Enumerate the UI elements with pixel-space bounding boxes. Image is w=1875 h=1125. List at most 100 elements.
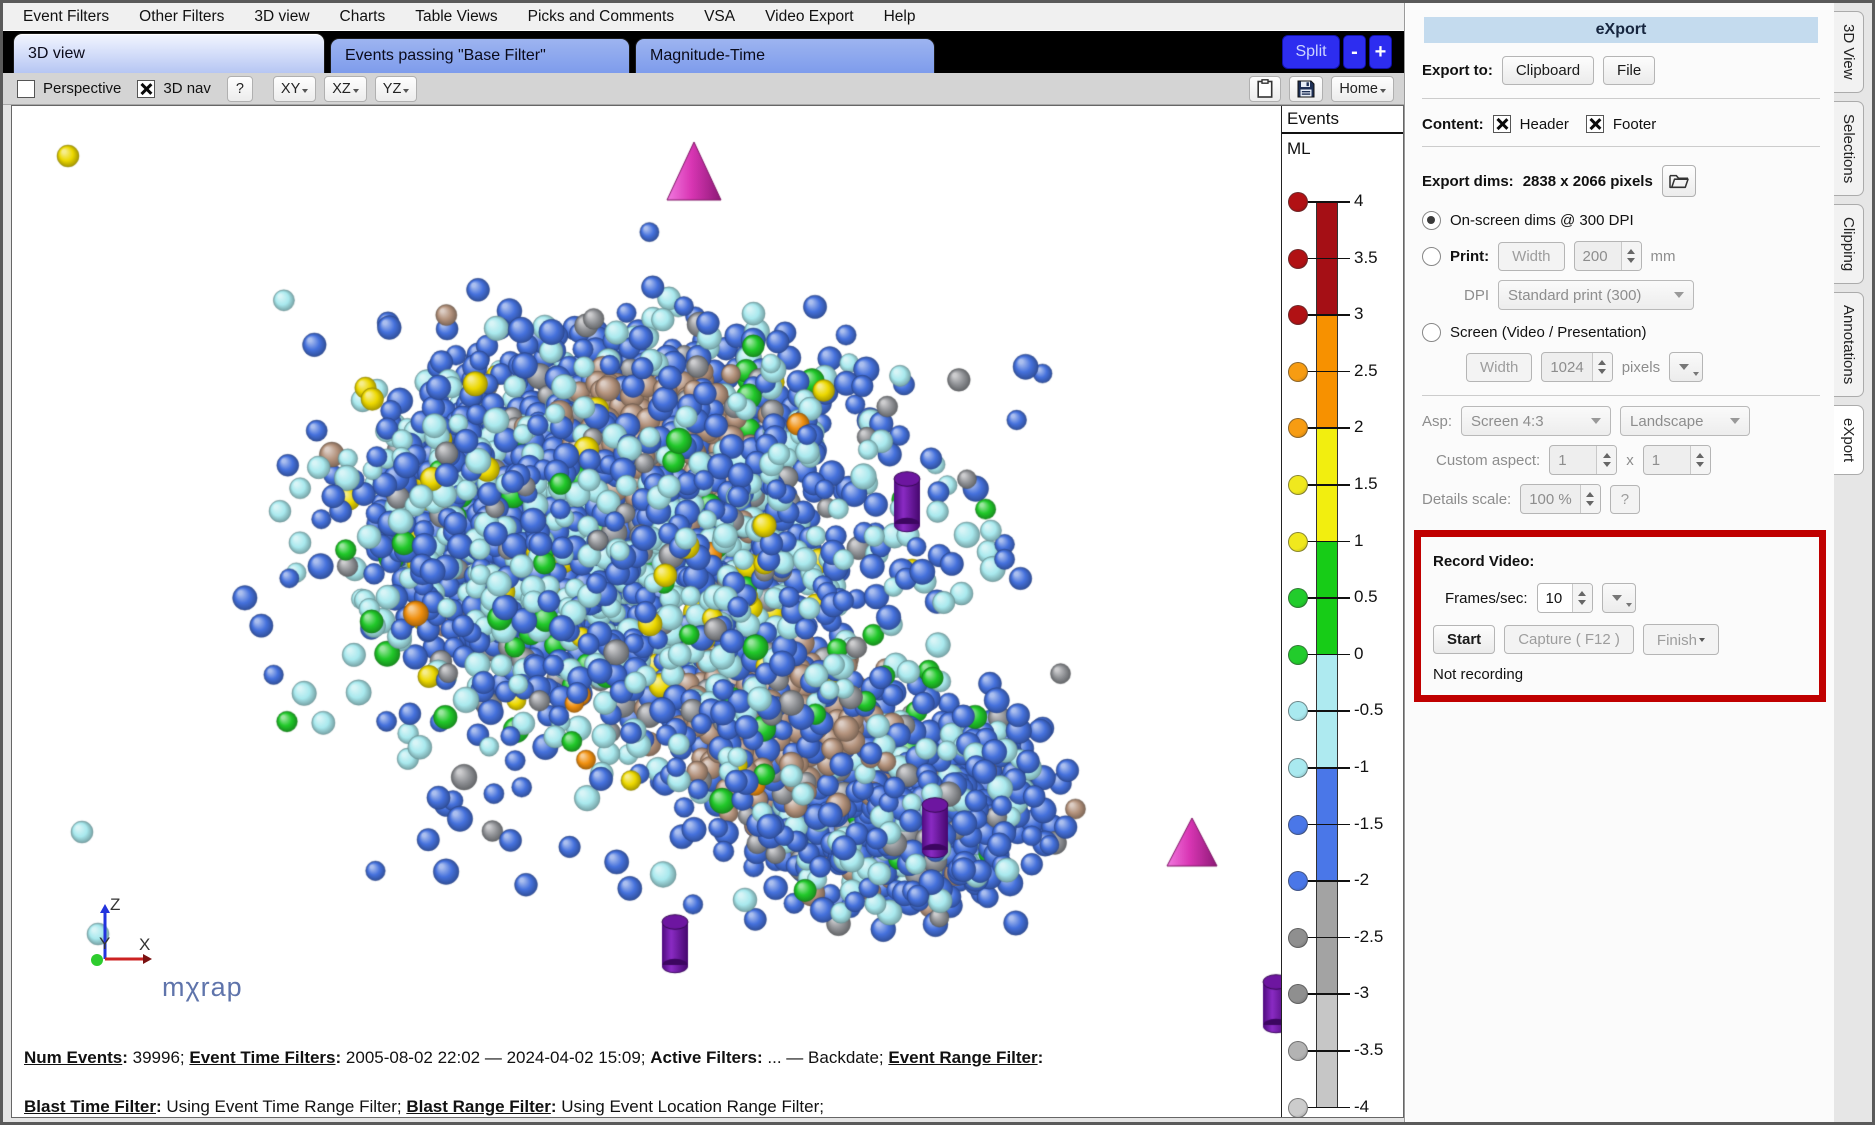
legend-marker-circle — [1288, 192, 1308, 212]
legend-tick — [1306, 880, 1350, 882]
menu-item-vsa[interactable]: VSA — [704, 8, 735, 26]
spinner-arrows[interactable] — [1621, 242, 1641, 270]
fps-spinner[interactable]: 10 — [1537, 583, 1593, 613]
open-export-folder-button[interactable] — [1662, 165, 1696, 197]
screen-radio[interactable] — [1422, 323, 1441, 342]
side-tab-export[interactable]: eXport — [1834, 405, 1864, 475]
side-tab-clipping[interactable]: Clipping — [1834, 204, 1864, 284]
status-segment: Event Range Filter — [888, 1048, 1037, 1067]
footer-checkbox[interactable] — [1586, 115, 1604, 133]
header-checkbox[interactable] — [1493, 115, 1511, 133]
dpi-dropdown[interactable]: Standard print (300) — [1498, 280, 1694, 310]
custom-aspect-w-spinner[interactable]: 1 — [1549, 445, 1617, 475]
side-tab-annotations[interactable]: Annotations — [1834, 292, 1864, 397]
spinner-arrows[interactable] — [1592, 353, 1612, 381]
spin-down-icon[interactable] — [1603, 462, 1611, 471]
print-width-toggle-button[interactable]: Width — [1498, 242, 1564, 271]
plane-xy-button[interactable]: XY — [273, 76, 316, 102]
export-panel-title: eXport — [1424, 17, 1818, 43]
spin-down-icon[interactable] — [1578, 600, 1586, 609]
add-view-button[interactable]: + — [1369, 35, 1392, 69]
onscreen-dims-radio[interactable] — [1422, 211, 1441, 230]
export-panel: eXport Export to: Clipboard File Content… — [1405, 3, 1834, 1122]
print-width-spinner[interactable]: 200 — [1574, 241, 1642, 271]
perspective-checkbox[interactable] — [17, 80, 35, 98]
spinner-arrows[interactable] — [1572, 584, 1592, 612]
home-view-button[interactable]: Home — [1331, 76, 1394, 102]
plane-yz-button[interactable]: YZ — [375, 76, 418, 102]
spin-down-icon[interactable] — [1696, 462, 1704, 471]
spin-up-icon[interactable] — [1603, 449, 1611, 458]
spin-up-icon[interactable] — [1586, 488, 1594, 497]
menu-item-charts[interactable]: Charts — [340, 8, 386, 26]
spinner-arrows[interactable] — [1596, 446, 1616, 474]
screen-width-presets-combo[interactable] — [1669, 352, 1703, 382]
spin-down-icon[interactable] — [1598, 369, 1606, 378]
record-finish-button[interactable]: Finish — [1643, 624, 1719, 655]
side-tab-3d-view[interactable]: 3D View — [1834, 11, 1864, 93]
fps-presets-combo[interactable] — [1602, 583, 1636, 613]
3d-viewport[interactable]: Z Y X mχrap Num Events: 39996; Event Tim… — [11, 105, 1404, 1118]
tab-events-passing-base-filter-[interactable]: Events passing "Base Filter" — [330, 38, 630, 73]
event-point-cloud[interactable] — [12, 106, 1403, 1117]
spin-up-icon[interactable] — [1598, 356, 1606, 365]
status-segment: Using Event Time Range Filter; — [166, 1097, 406, 1116]
legend-marker-circle — [1288, 645, 1308, 665]
recording-status: Not recording — [1433, 666, 1809, 683]
screen-width-spinner[interactable]: 1024 — [1541, 352, 1612, 382]
menu-item-other-filters[interactable]: Other Filters — [139, 8, 224, 26]
record-capture-button[interactable]: Capture ( F12 ) — [1504, 625, 1634, 654]
app-window: Event Filters Other Filters 3D view Charts T… — [0, 0, 1875, 1125]
menu-item-event-filters[interactable]: Event Filters — [23, 8, 109, 26]
legend-tick — [1306, 1107, 1350, 1109]
remove-view-button[interactable]: - — [1343, 35, 1366, 69]
legend-marker-circle — [1288, 758, 1308, 778]
details-scale-help-button[interactable]: ? — [1610, 485, 1640, 514]
aspect-label: Asp: — [1422, 413, 1452, 430]
spin-up-icon[interactable] — [1627, 245, 1635, 254]
onscreen-dims-label: On-screen dims @ 300 DPI — [1450, 212, 1634, 229]
spin-down-icon[interactable] — [1586, 501, 1594, 510]
export-file-button[interactable]: File — [1603, 56, 1655, 85]
legend-tick-label: -2.5 — [1354, 927, 1383, 947]
details-scale-label: Details scale: — [1422, 491, 1511, 508]
screen-width-toggle-button[interactable]: Width — [1466, 353, 1532, 382]
split-button[interactable]: Split — [1282, 35, 1340, 69]
main-column: Event Filters Other Filters 3D view Charts T… — [3, 3, 1405, 1122]
tab-magnitude-time[interactable]: Magnitude-Time — [635, 38, 935, 73]
tab-actions: Split - + — [1282, 35, 1392, 69]
spin-up-icon[interactable] — [1696, 449, 1704, 458]
menu-item-help[interactable]: Help — [884, 8, 916, 26]
spin-up-icon[interactable] — [1578, 587, 1586, 596]
copy-view-button[interactable] — [1249, 76, 1281, 102]
screen-width-value: 1024 — [1542, 353, 1591, 381]
legend-tick-label: -4 — [1354, 1097, 1369, 1117]
tab-3d-view[interactable]: 3D view — [13, 33, 325, 73]
orientation-dropdown[interactable]: Landscape — [1620, 406, 1750, 436]
plane-xz-button[interactable]: XZ — [324, 76, 367, 102]
record-start-button[interactable]: Start — [1433, 625, 1495, 654]
mm-label: mm — [1651, 248, 1676, 265]
side-tab-selections[interactable]: Selections — [1834, 101, 1864, 196]
export-clipboard-button[interactable]: Clipboard — [1502, 56, 1594, 85]
save-view-button[interactable] — [1289, 76, 1323, 102]
details-scale-spinner[interactable]: 100 % — [1520, 484, 1601, 514]
menu-item-video-export[interactable]: Video Export — [765, 8, 853, 26]
legend-tick-label: 3 — [1354, 304, 1363, 324]
status-segment: Using Event Location Range Filter; — [561, 1097, 824, 1116]
3d-nav-checkbox[interactable] — [137, 80, 155, 98]
spin-down-icon[interactable] — [1627, 258, 1635, 267]
spinner-arrows[interactable] — [1690, 446, 1710, 474]
legend-marker-circle — [1288, 701, 1308, 721]
menu-bar: Event Filters Other Filters 3D view Charts T… — [3, 3, 1404, 31]
spinner-arrows[interactable] — [1580, 485, 1600, 513]
help-button[interactable]: ? — [227, 76, 253, 102]
print-radio[interactable] — [1422, 247, 1441, 266]
menu-item-3d-view[interactable]: 3D view — [254, 8, 309, 26]
aspect-dropdown[interactable]: Screen 4:3 — [1461, 406, 1611, 436]
custom-aspect-h-spinner[interactable]: 1 — [1643, 445, 1711, 475]
status-segment: Blast Time Filter — [24, 1097, 156, 1116]
menu-item-table-views[interactable]: Table Views — [415, 8, 497, 26]
z-axis-arrowhead — [100, 904, 110, 913]
menu-item-picks-and-comments[interactable]: Picks and Comments — [528, 8, 674, 26]
